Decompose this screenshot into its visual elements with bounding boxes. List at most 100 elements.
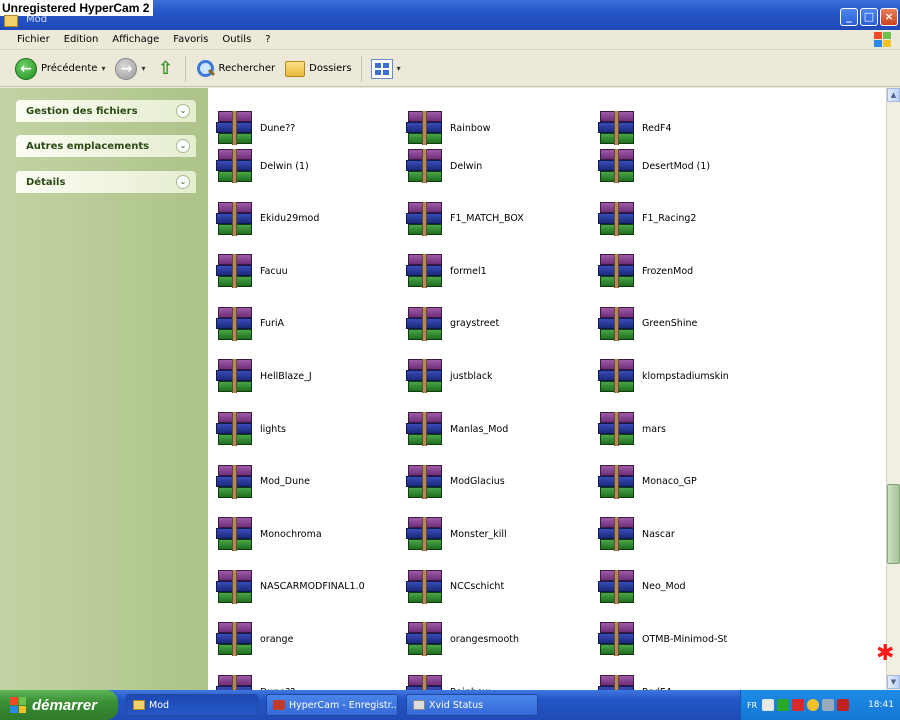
file-item[interactable]: graystreet bbox=[406, 304, 591, 344]
menu-favorites[interactable]: Favoris bbox=[166, 34, 215, 45]
file-item[interactable]: HellBlaze_J bbox=[216, 356, 401, 396]
file-item[interactable]: Ekidu29mod bbox=[216, 199, 401, 239]
file-item[interactable]: Monochroma bbox=[216, 514, 401, 554]
forward-button[interactable]: → ▾ bbox=[110, 55, 150, 83]
security-icon[interactable] bbox=[777, 699, 790, 711]
back-arrow-icon: ← bbox=[15, 57, 37, 80]
file-item[interactable]: GreenShine bbox=[598, 304, 783, 344]
chevron-down-icon[interactable]: ⌄ bbox=[176, 139, 190, 153]
file-item[interactable]: Mod_Dune bbox=[216, 462, 401, 502]
usb-icon[interactable] bbox=[822, 699, 835, 711]
rar-archive-icon bbox=[598, 569, 636, 604]
file-item[interactable]: klompstadiumskin bbox=[598, 356, 783, 396]
menu-edit[interactable]: Edition bbox=[57, 34, 106, 45]
scroll-up-arrow-icon[interactable]: ▲ bbox=[887, 88, 900, 102]
menu-tools[interactable]: Outils bbox=[215, 34, 258, 45]
maximize-button[interactable]: □ bbox=[860, 8, 878, 26]
file-label: mars bbox=[642, 423, 666, 435]
rar-archive-icon bbox=[406, 412, 444, 446]
taskbar-item-hypercam[interactable]: HyperCam - Enregistr... bbox=[266, 694, 398, 716]
file-label: Mod_Dune bbox=[260, 476, 310, 488]
dropdown-arrow-icon: ▾ bbox=[396, 64, 401, 73]
rar-archive-icon bbox=[216, 149, 254, 183]
file-item[interactable]: Monster_kill bbox=[406, 514, 591, 554]
views-button[interactable]: ▾ bbox=[366, 55, 406, 83]
pane-group-file-tasks[interactable]: Gestion des fichiers ⌄ bbox=[16, 100, 196, 122]
cursor-click-icon: ✱ bbox=[876, 641, 895, 666]
file-item[interactable]: Dune?? bbox=[216, 108, 401, 148]
network-icon[interactable] bbox=[762, 699, 775, 711]
file-item[interactable]: orange bbox=[216, 619, 401, 659]
taskbar-item-xvid[interactable]: Xvid Status bbox=[406, 694, 538, 716]
file-item[interactable]: F1_Racing2 bbox=[598, 199, 783, 239]
file-label: klompstadiumskin bbox=[642, 370, 729, 382]
window-title: Mod bbox=[26, 14, 48, 25]
file-label: FrozenMod bbox=[642, 265, 694, 277]
up-folder-button[interactable]: ⇧ bbox=[151, 55, 181, 83]
file-label: formel1 bbox=[450, 265, 487, 277]
file-label: F1_Racing2 bbox=[642, 213, 697, 225]
rar-archive-icon bbox=[406, 149, 444, 183]
file-item[interactable]: Delwin bbox=[406, 146, 591, 186]
file-list[interactable]: Dune?? Rainbow RedF4 Delwin (1) Delwin Desert… bbox=[208, 88, 886, 690]
file-item[interactable]: OTMB-Minimod-St bbox=[598, 619, 783, 659]
menu-file[interactable]: Fichier bbox=[10, 34, 57, 45]
scrollbar-thumb[interactable] bbox=[887, 484, 900, 564]
file-label: Nascar bbox=[642, 528, 675, 540]
search-button[interactable]: Rechercher bbox=[190, 55, 281, 83]
pane-group-other-places[interactable]: Autres emplacements ⌄ bbox=[16, 135, 196, 157]
file-item[interactable]: Nascar bbox=[598, 514, 783, 554]
file-item[interactable]: F1_MATCH_BOX bbox=[406, 199, 591, 239]
menu-view[interactable]: Affichage bbox=[105, 34, 166, 45]
folder-icon bbox=[133, 700, 145, 710]
pane-group-details[interactable]: Détails ⌄ bbox=[16, 171, 196, 193]
messenger-icon[interactable] bbox=[807, 699, 820, 711]
pane-group-label: Détails bbox=[26, 176, 66, 188]
file-item[interactable]: orangesmooth bbox=[406, 619, 591, 659]
file-item[interactable]: Dune?? bbox=[216, 672, 401, 690]
file-item[interactable]: NASCARMODFINAL1.0 bbox=[216, 567, 401, 607]
file-item[interactable]: mars bbox=[598, 409, 783, 449]
folders-button[interactable]: Dossiers bbox=[280, 55, 357, 83]
file-item[interactable]: RedF4 bbox=[598, 108, 783, 148]
hypercam-icon bbox=[273, 700, 285, 710]
file-item[interactable]: Monaco_GP bbox=[598, 462, 783, 502]
menu-help[interactable]: ? bbox=[258, 34, 277, 45]
file-item[interactable]: Facuu bbox=[216, 251, 401, 291]
file-item[interactable]: FuriA bbox=[216, 304, 401, 344]
forward-arrow-icon: → bbox=[115, 57, 138, 80]
file-item[interactable]: formel1 bbox=[406, 251, 591, 291]
vertical-scrollbar[interactable]: ▲ ▼ bbox=[886, 88, 900, 690]
file-item[interactable]: justblack bbox=[406, 356, 591, 396]
dropdown-arrow-icon[interactable]: ▾ bbox=[141, 64, 145, 73]
file-item[interactable]: Neo_Mod bbox=[598, 567, 783, 607]
file-item[interactable]: Delwin (1) bbox=[216, 146, 401, 186]
hypercam-tray-icon[interactable] bbox=[792, 699, 805, 711]
chevron-down-icon[interactable]: ⌄ bbox=[176, 175, 190, 189]
taskbar-item-mod[interactable]: Mod bbox=[126, 694, 258, 716]
start-button[interactable]: démarrer bbox=[0, 690, 118, 720]
antivirus-icon[interactable] bbox=[837, 699, 850, 711]
file-item[interactable]: DesertMod (1) bbox=[598, 146, 783, 186]
dropdown-arrow-icon[interactable]: ▾ bbox=[101, 64, 105, 73]
file-item[interactable]: RedF4 bbox=[598, 672, 783, 690]
minimize-button[interactable]: _ bbox=[840, 8, 858, 26]
close-button[interactable]: × bbox=[880, 8, 898, 26]
rar-archive-icon bbox=[406, 675, 444, 690]
toolbar-separator bbox=[360, 55, 362, 82]
scroll-down-arrow-icon[interactable]: ▼ bbox=[887, 675, 900, 689]
language-indicator[interactable]: FR bbox=[747, 701, 757, 710]
file-label: HellBlaze_J bbox=[260, 370, 312, 382]
file-item[interactable]: NCCschicht bbox=[406, 567, 591, 607]
clock: 18:41 bbox=[868, 700, 894, 710]
file-item[interactable]: Rainbow bbox=[406, 672, 591, 690]
back-button[interactable]: ← Précédente ▾ bbox=[10, 55, 110, 83]
file-label: orange bbox=[260, 633, 294, 645]
file-item[interactable]: ModGlacius bbox=[406, 462, 591, 502]
file-item[interactable]: Manlas_Mod bbox=[406, 409, 591, 449]
file-item[interactable]: lights bbox=[216, 409, 401, 449]
file-item[interactable]: Rainbow bbox=[406, 108, 591, 148]
chevron-down-icon[interactable]: ⌄ bbox=[176, 104, 190, 118]
file-item[interactable]: FrozenMod bbox=[598, 251, 783, 291]
file-label: Delwin (1) bbox=[260, 160, 309, 172]
